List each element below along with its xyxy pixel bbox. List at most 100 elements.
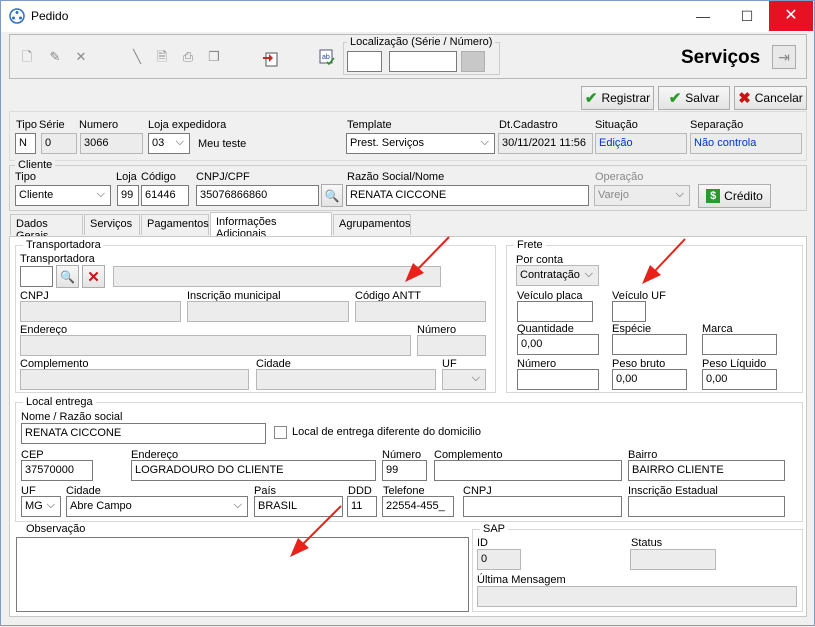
loja-expedidora-select[interactable]: 03 xyxy=(148,133,190,154)
loja-expedidora-label: Loja expedidora xyxy=(148,119,227,131)
sap-group-label: SAP xyxy=(480,523,509,535)
numero-field: 3066 xyxy=(80,133,143,154)
search-cliente-button[interactable]: 🔍 xyxy=(321,184,343,207)
sap-id-label: ID xyxy=(477,537,488,549)
ultima-mensagem-label: Última Mensagem xyxy=(477,574,566,586)
template-select[interactable]: Prest. Serviços xyxy=(346,133,495,154)
nome-razao-field[interactable]: RENATA CICCONE xyxy=(21,423,266,444)
credito-button[interactable]: $ Crédito xyxy=(698,184,771,208)
local-diferente-checkbox[interactable] xyxy=(274,426,287,439)
entrega-uf-select[interactable]: MG xyxy=(21,496,61,517)
entrega-numero-field[interactable]: 99 xyxy=(382,460,427,481)
observacao-textarea[interactable] xyxy=(16,537,469,612)
separacao-field: Não controla xyxy=(690,133,802,154)
numero-search-input[interactable] xyxy=(389,51,457,72)
ultima-mensagem-field xyxy=(477,586,797,607)
entrega-cidade-select[interactable]: Abre Campo xyxy=(66,496,248,517)
new-document-icon[interactable]: 🗋 xyxy=(19,49,35,65)
copy-icon[interactable]: ❐ xyxy=(206,49,222,65)
preview-icon[interactable]: 🗎 xyxy=(154,49,170,65)
clear-transportadora-button[interactable]: ✕ xyxy=(82,265,105,288)
module-title: Serviços xyxy=(681,47,761,68)
registrar-button[interactable]: ✔ Registrar xyxy=(581,86,654,110)
peso-liquido-field[interactable]: 0,00 xyxy=(702,369,777,390)
transp-uf-select[interactable] xyxy=(442,369,486,390)
cliente-loja-label: Loja xyxy=(116,171,137,183)
peso-bruto-field[interactable]: 0,00 xyxy=(612,369,687,390)
sap-status-label: Status xyxy=(631,537,663,549)
salvar-button[interactable]: ✔ Salvar xyxy=(658,86,730,110)
local-entrega-group-label: Local entrega xyxy=(23,396,96,408)
delete-icon[interactable]: ✕ xyxy=(73,49,89,65)
edit-icon[interactable]: ✎ xyxy=(47,49,63,65)
bairro-field[interactable]: BAIRRO CLIENTE xyxy=(628,460,785,481)
cliente-codigo-field[interactable]: 61446 xyxy=(141,185,189,206)
cliente-loja-field[interactable]: 99 xyxy=(117,185,139,206)
razao-social-field[interactable]: RENATA CICCONE xyxy=(346,185,589,206)
salvar-label: Salvar xyxy=(685,91,720,105)
situacao-field: Edição xyxy=(595,133,687,154)
serie-label: Série xyxy=(39,119,65,131)
checkmark-icon: ✔ xyxy=(584,90,598,107)
dtcadastro-field: 30/11/2021 11:56 xyxy=(498,133,593,154)
window-title: Pedido xyxy=(31,9,69,23)
frete-group-label: Frete xyxy=(514,239,546,251)
credito-label: Crédito xyxy=(724,189,763,203)
cep-field[interactable]: 37570000 xyxy=(21,460,93,481)
tipo-field[interactable]: N xyxy=(15,133,36,154)
maximize-button[interactable]: ☐ xyxy=(725,1,769,31)
insc-estadual-field[interactable] xyxy=(628,496,785,517)
entrega-cnpj-field[interactable] xyxy=(463,496,622,517)
pen-icon[interactable]: ╲ xyxy=(129,49,145,65)
especie-field[interactable] xyxy=(612,334,687,355)
tab-dados-gerais[interactable]: Dados Gerais xyxy=(10,214,83,242)
entrega-complemento-field[interactable] xyxy=(434,460,622,481)
marca-field[interactable] xyxy=(702,334,777,355)
tab-informacoes-adicionais[interactable]: Informações Adicionais xyxy=(210,212,332,240)
minimize-button[interactable]: — xyxy=(681,1,725,31)
telefone-field[interactable]: 22554-455_ xyxy=(382,496,454,517)
transp-cidade-field xyxy=(256,369,436,390)
import-document-icon[interactable] xyxy=(263,49,279,67)
pais-field[interactable]: BRASIL xyxy=(254,496,343,517)
numero-label: Numero xyxy=(79,119,119,131)
magnifier-icon: 🔍 xyxy=(60,269,75,284)
local-diferente-label: Local de entrega diferente do domicilio xyxy=(292,426,481,438)
entrega-endereco-field[interactable]: LOGRADOURO DO CLIENTE xyxy=(131,460,376,481)
por-conta-select[interactable]: Contratação xyxy=(516,265,599,286)
veiculo-uf-field[interactable] xyxy=(612,301,646,322)
sap-status-field xyxy=(630,549,716,570)
transp-complemento-field xyxy=(20,369,249,390)
tab-servicos[interactable]: Serviços xyxy=(84,214,140,235)
cliente-tipo-select[interactable]: Cliente xyxy=(15,185,111,206)
separacao-label: Separação xyxy=(690,119,744,131)
cliente-tipo-label: Tipo xyxy=(15,171,36,183)
template-label: Template xyxy=(347,119,392,131)
serie-search-input[interactable] xyxy=(347,51,382,72)
localizacao-label: Localização (Série / Número) xyxy=(347,36,496,48)
tipo-label: Tipo xyxy=(16,119,37,131)
search-transportadora-button[interactable]: 🔍 xyxy=(56,265,79,288)
localizar-button[interactable] xyxy=(461,51,485,72)
frete-numero-field[interactable] xyxy=(517,369,599,390)
transportadora-group-label: Transportadora xyxy=(23,239,104,251)
ddd-field[interactable]: 11 xyxy=(347,496,377,517)
codigo-antt-field xyxy=(355,301,486,322)
cancelar-label: Cancelar xyxy=(754,91,803,105)
transportadora-code-field[interactable] xyxy=(20,266,53,287)
tab-pagamentos[interactable]: Pagamentos xyxy=(141,214,209,235)
sap-id-field: 0 xyxy=(477,549,521,570)
cnpj-cpf-field[interactable]: 35076866860 xyxy=(196,185,319,206)
spellcheck-icon[interactable]: ab xyxy=(319,49,335,65)
tab-agrupamentos[interactable]: Agrupamentos xyxy=(333,214,411,235)
cancelar-button[interactable]: ✖ Cancelar xyxy=(734,86,807,110)
checkmark-icon: ✔ xyxy=(668,90,682,107)
quantidade-field[interactable]: 0,00 xyxy=(517,334,599,355)
situacao-label: Situação xyxy=(595,119,638,131)
close-button[interactable]: ✕ xyxy=(769,1,813,31)
registrar-label: Registrar xyxy=(601,91,651,105)
veiculo-placa-field[interactable] xyxy=(517,301,593,322)
insc-municipal-field xyxy=(187,301,349,322)
exit-icon[interactable]: ⇥ xyxy=(772,45,796,69)
print-icon[interactable]: ⎙ xyxy=(180,49,196,65)
